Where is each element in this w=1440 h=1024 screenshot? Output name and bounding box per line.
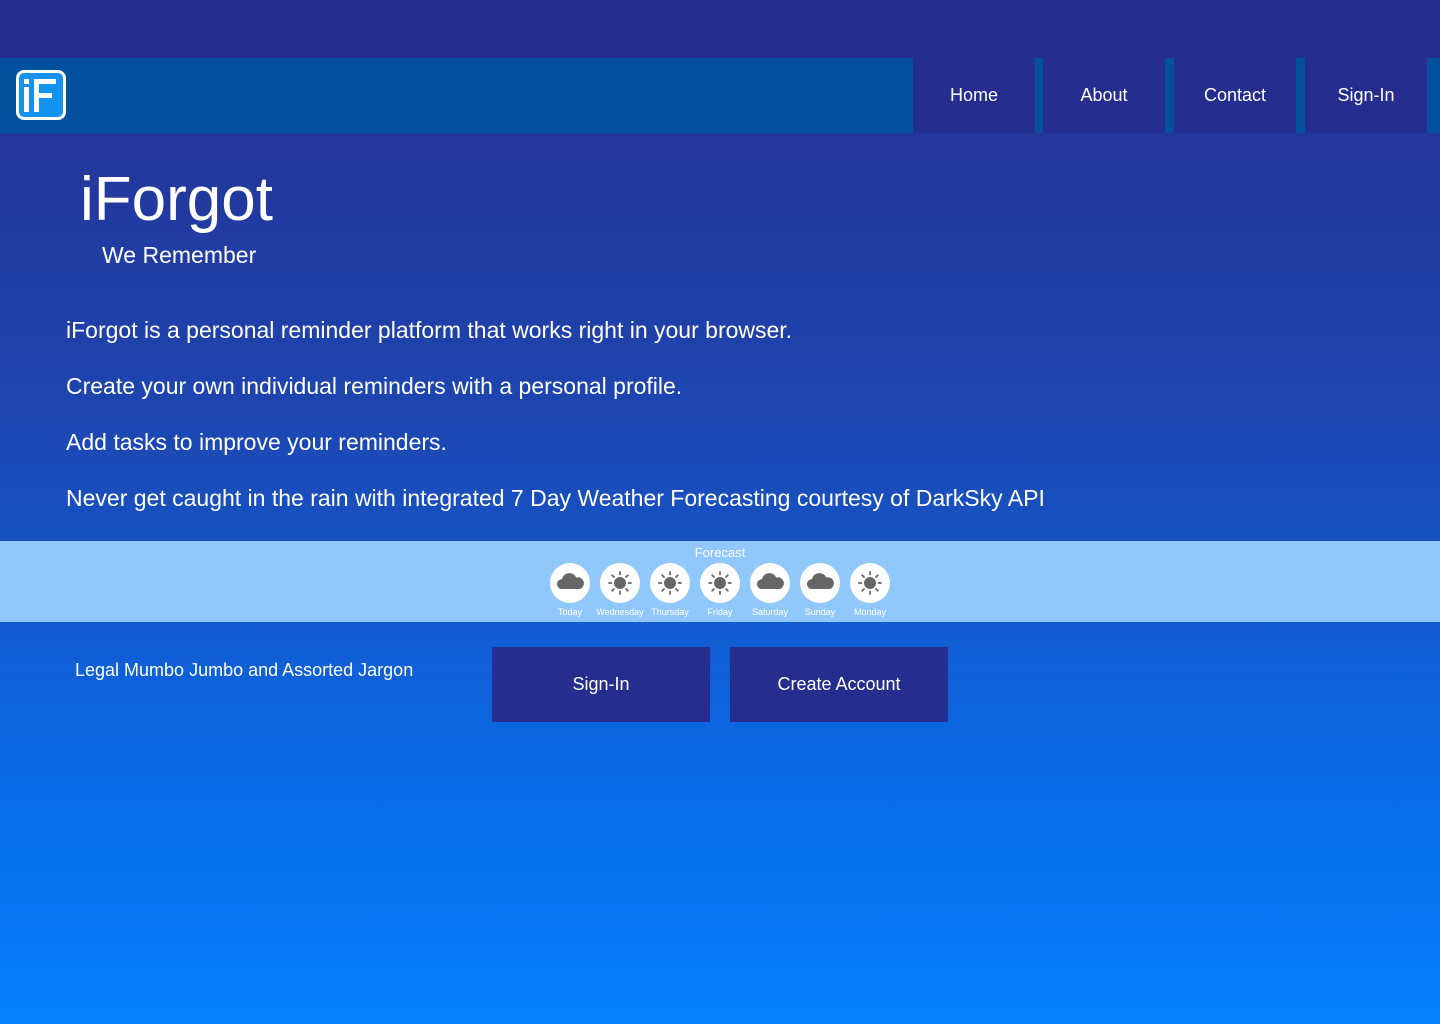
forecast-day-sunday[interactable]: Sunday [800,563,840,617]
sun-icon [600,563,640,603]
feature-item: iForgot is a personal reminder platform … [66,317,793,343]
top-strip [0,0,1440,58]
feature-list: iForgot is a personal reminder platform … [66,313,1045,537]
sun-icon [650,563,690,603]
forecast-day-thursday[interactable]: Thursday [650,563,690,617]
forecast-day-wednesday[interactable]: Wednesday [596,563,644,617]
forecast-day-saturday[interactable]: Saturday [750,563,790,617]
feature-item: Never get caught in the rain with integr… [66,485,1045,511]
forecast-day-label: Monday [853,607,887,617]
tagline: We Remember [102,242,257,268]
feature-item: Create your own individual reminders wit… [66,373,683,399]
nav-contact[interactable]: Contact [1174,58,1296,133]
create-account-button[interactable]: Create Account [730,647,948,722]
legal-link[interactable]: Legal Mumbo Jumbo and Assorted Jargon [75,660,413,681]
logo-if-mark [24,79,56,112]
navbar: Home About Contact Sign-In [0,58,1440,133]
forecast-bar: Forecast Today Wednesday Thursday Friday… [0,541,1440,622]
forecast-day-friday[interactable]: Friday [700,563,740,617]
page-title: iForgot [80,165,273,234]
cloud-icon [550,563,590,603]
forecast-days: Today Wednesday Thursday Friday Saturday… [549,563,899,621]
nav-about[interactable]: About [1043,58,1165,133]
nav-sign-in[interactable]: Sign-In [1305,58,1427,133]
cloud-icon [800,563,840,603]
nav-home[interactable]: Home [913,58,1035,133]
forecast-title: Forecast [694,545,746,560]
forecast-day-today[interactable]: Today [550,563,590,617]
logo[interactable] [16,70,66,120]
sun-icon [850,563,890,603]
forecast-day-monday[interactable]: Monday [850,563,890,617]
logo-badge [19,73,63,117]
feature-item: Add tasks to improve your reminders. [66,429,447,455]
sun-icon [700,563,740,603]
sign-in-button[interactable]: Sign-In [492,647,710,722]
cloud-icon [750,563,790,603]
